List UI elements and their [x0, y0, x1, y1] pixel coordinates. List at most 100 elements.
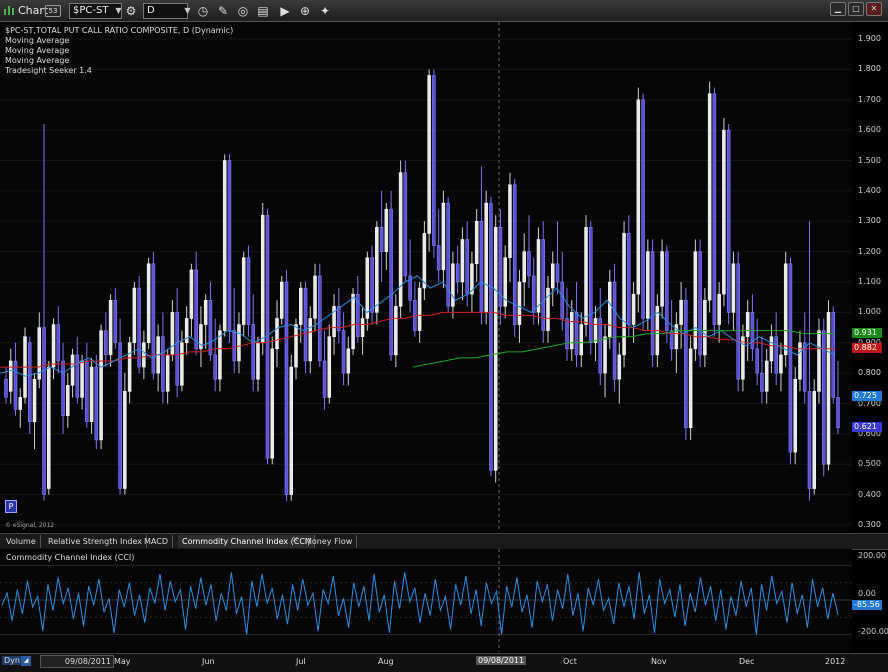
legend-line-ma1[interactable]: Moving Average [5, 36, 233, 46]
price-tick-label: 1.100 [858, 277, 881, 286]
candle-body [455, 263, 460, 283]
candle-body [246, 257, 251, 325]
candle-body [165, 354, 170, 392]
xlabel-may: May [114, 657, 131, 666]
tab-rsi[interactable]: Relative Strength Index [44, 535, 147, 548]
candle-body [94, 366, 99, 441]
xlabel-dec: Dec [739, 657, 755, 666]
candle-body [565, 318, 569, 350]
xlabel-jun: Jun [202, 657, 215, 666]
copyright: © eSignal, 2012 [5, 522, 55, 529]
candle-body [422, 233, 427, 289]
tab-macd[interactable]: MACD [140, 535, 173, 548]
drawing-tools-icon[interactable]: ✦ [317, 3, 333, 19]
candle-body [137, 287, 141, 368]
candle-body [489, 202, 493, 471]
candle-body [346, 348, 351, 374]
candle-body [118, 342, 122, 489]
dynamic-mode-label[interactable]: Dyn [2, 656, 22, 665]
candle-body [208, 299, 213, 356]
candle-body [32, 378, 37, 422]
candle-body [375, 227, 379, 313]
candle-body [161, 336, 165, 392]
legend-line-seeker[interactable]: Tradesight Seeker 1.4 [5, 66, 233, 76]
candle-body [484, 202, 488, 313]
candle-body [760, 372, 764, 392]
candle-body [646, 251, 650, 319]
price-plot-area[interactable] [0, 22, 852, 532]
cci-plot-area[interactable] [0, 549, 852, 652]
candle-body [51, 324, 56, 368]
candle-body [203, 299, 208, 325]
xlabel-oct: Oct [563, 657, 577, 666]
candle-body [460, 239, 465, 283]
xlabel-2012: 2012 [825, 657, 846, 666]
tab-volume[interactable]: Volume [2, 535, 41, 548]
close-button[interactable]: ✕ [866, 2, 882, 16]
candle-body [104, 330, 108, 356]
pencil-draw-icon[interactable]: ✎ [215, 3, 231, 19]
price-tick-label: 0.800 [858, 368, 881, 378]
candle-body [370, 257, 374, 313]
candle-body [650, 251, 655, 356]
candle-body [679, 299, 683, 325]
price-tick-label: 1.200 [858, 246, 881, 256]
candle-body [322, 360, 327, 398]
cursor-mode-icon[interactable]: ◎ [235, 3, 251, 19]
candle-body [284, 281, 289, 495]
cci-value-tag: -85.56 [852, 600, 882, 610]
link-gear-icon[interactable]: ⚙ [123, 3, 139, 19]
candle-body [99, 330, 103, 441]
tab-close-icon[interactable]: ✕ [292, 535, 299, 544]
candle-body [294, 324, 298, 368]
price-value-tag: 0.725 [852, 390, 882, 401]
candle-body [474, 221, 479, 265]
price-chart[interactable] [0, 22, 852, 532]
candle-body [61, 360, 65, 416]
candle-body [85, 360, 89, 422]
tab-money-flow[interactable]: Money Flow [301, 535, 358, 548]
candle-body [9, 360, 13, 392]
candle-body [550, 263, 555, 289]
date-box[interactable]: 09/08/2011 [40, 655, 114, 668]
add-study-icon[interactable]: ⊕ [297, 3, 313, 19]
candle-body [4, 378, 8, 398]
minimize-button[interactable]: ▁ [830, 2, 846, 16]
xlabel-jul: Jul [296, 657, 306, 666]
candle-body [13, 360, 18, 410]
legend-line-symbol[interactable]: $PC-ST,TOTAL PUT CALL RATIO COMPOSITE, D… [5, 26, 233, 36]
candle-body [555, 263, 560, 283]
window-badge[interactable]: 53 [45, 5, 61, 17]
legend-line-ma2[interactable]: Moving Average [5, 46, 233, 56]
p-marker[interactable]: P [5, 500, 17, 513]
candle-body [802, 342, 807, 392]
cci-chart[interactable] [0, 549, 852, 652]
candle-body [722, 129, 726, 295]
candle-body [318, 275, 322, 362]
chart-properties-icon[interactable]: ▤ [255, 3, 271, 19]
candle-body [256, 342, 260, 380]
title-bar: Chart 53 $PC-ST ▼ ⚙ D ▼ ◷ ✎ ◎ ▤ ▶ ⊕ ✦ ▁ … [0, 0, 888, 22]
interval-dropdown-icon[interactable]: ▼ [182, 3, 193, 19]
maximize-button[interactable]: □ [848, 2, 864, 16]
candle-body [260, 214, 265, 343]
candle-body [80, 360, 84, 398]
candle-body [142, 342, 146, 368]
candle-body [341, 330, 346, 374]
candle-body [441, 202, 446, 271]
candle-body [123, 391, 127, 489]
cci-line [1, 572, 839, 635]
time-axis[interactable] [0, 653, 888, 672]
candle-body [693, 251, 698, 350]
dynamic-mode-icon[interactable]: ◢ [21, 656, 31, 666]
candle-body [531, 275, 536, 313]
candle-body [170, 312, 175, 356]
legend-line-ma3[interactable]: Moving Average [5, 56, 233, 66]
study-tabs: Volume Relative Strength Index MACD Comm… [0, 533, 888, 550]
candle-body [403, 172, 408, 277]
play-icon[interactable]: ▶ [277, 3, 293, 19]
chart-logo-icon [4, 6, 14, 15]
candle-body [826, 312, 831, 465]
price-tick-label: 1.700 [858, 94, 881, 104]
clock-icon[interactable]: ◷ [195, 3, 211, 19]
